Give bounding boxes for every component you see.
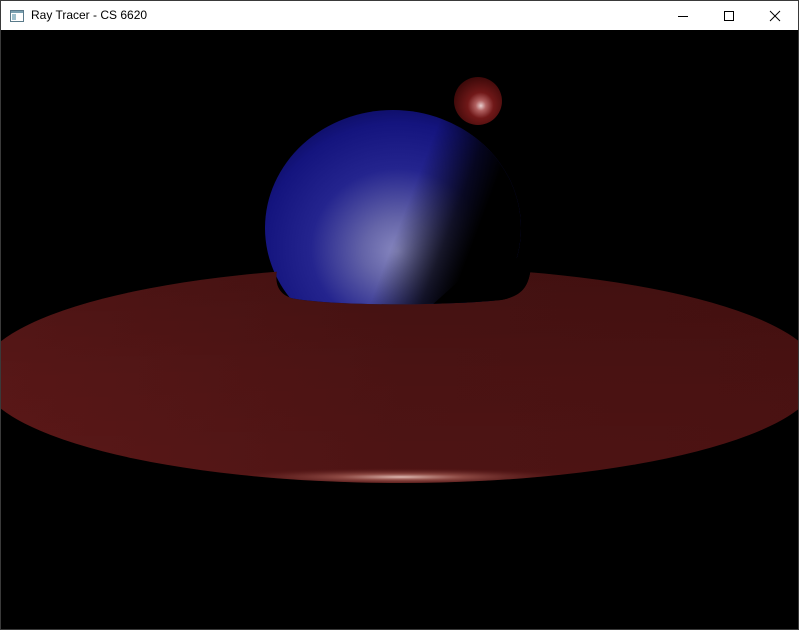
title-bar[interactable]: Ray Tracer - CS 6620 — [1, 1, 798, 30]
close-icon — [769, 10, 781, 21]
window-controls — [660, 1, 798, 30]
maximize-button[interactable] — [706, 1, 752, 30]
minimize-icon — [678, 15, 688, 17]
window-title: Ray Tracer - CS 6620 — [31, 8, 148, 22]
rendered-scene — [1, 30, 798, 629]
render-viewport — [1, 30, 798, 629]
red-sphere — [454, 77, 502, 125]
minimize-button[interactable] — [660, 1, 706, 30]
maximize-icon — [724, 10, 734, 21]
app-window-icon — [9, 8, 25, 24]
close-button[interactable] — [752, 1, 798, 30]
ray-tracer-window: Ray Tracer - CS 6620 — [0, 0, 799, 630]
